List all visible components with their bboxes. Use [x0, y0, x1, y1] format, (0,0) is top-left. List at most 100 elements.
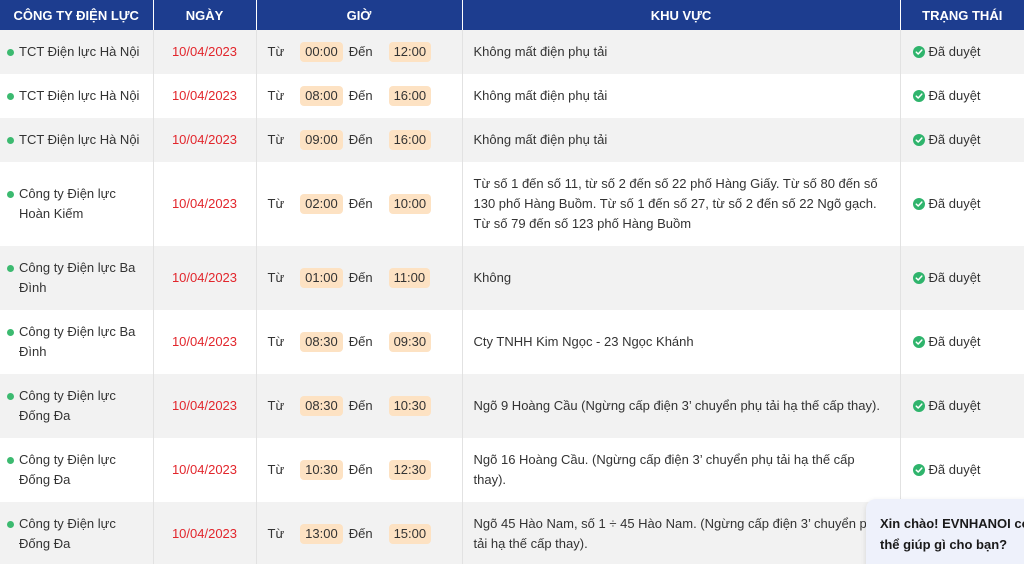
- status-text: Đã duyệt: [928, 398, 981, 413]
- to-label: Đến: [348, 526, 373, 541]
- status-text: Đã duyệt: [928, 462, 981, 477]
- status-text: Đã duyệt: [928, 132, 981, 147]
- status-cell: Đã duyệt: [900, 310, 1024, 374]
- column-header-time[interactable]: GIỜ: [256, 0, 463, 30]
- status-dot-icon: [7, 136, 14, 144]
- date-cell: 10/04/2023: [153, 162, 257, 246]
- start-time: 10:30: [300, 460, 343, 480]
- from-label: Từ: [267, 526, 285, 541]
- company-cell: Công ty Điện lực Đống Đa: [0, 374, 154, 438]
- company-cell: Công ty Điện lực Đống Đa: [0, 502, 154, 564]
- from-label: Từ: [267, 44, 285, 59]
- table-body: TCT Điện lực Hà Nội 10/04/2023 Từ 00:00 Đế…: [0, 30, 1024, 564]
- date-cell: 10/04/2023: [153, 30, 257, 74]
- status-cell: Đã duyệt: [900, 438, 1024, 502]
- time-cell: Từ 08:00 Đến 16:00: [256, 74, 463, 118]
- end-time: 16:00: [388, 130, 432, 150]
- check-circle-icon: [912, 464, 925, 476]
- to-label: Đến: [348, 88, 373, 103]
- end-time: 11:00: [388, 268, 431, 288]
- date-cell: 10/04/2023: [153, 118, 257, 162]
- chat-greeting-line-2: thể giúp gì cho bạn?: [880, 537, 1008, 552]
- area-cell: Không mất điện phụ tải: [462, 30, 901, 74]
- time-cell: Từ 08:30 Đến 09:30: [256, 310, 463, 374]
- area-cell: Không: [462, 246, 901, 310]
- status-text: Đã duyệt: [928, 196, 981, 211]
- end-time: 15:00: [388, 524, 432, 544]
- date-cell: 10/04/2023: [153, 374, 257, 438]
- company-name: TCT Điện lực Hà Nội: [19, 132, 140, 147]
- status-cell: Đã duyệt: [900, 246, 1024, 310]
- check-circle-icon: [912, 198, 925, 210]
- company-cell: TCT Điện lực Hà Nội: [0, 74, 154, 118]
- end-time: 10:00: [388, 194, 432, 214]
- status-dot-icon: [7, 392, 14, 400]
- from-label: Từ: [267, 462, 285, 477]
- check-circle-icon: [912, 400, 925, 412]
- company-name: Công ty Điện lực Ba Đình: [19, 260, 136, 295]
- to-label: Đến: [348, 196, 373, 211]
- time-cell: Từ 01:00 Đến 11:00: [256, 246, 463, 310]
- table-row: Công ty Điện lực Đống Đa 10/04/2023 Từ 10…: [0, 438, 1024, 502]
- company-cell: Công ty Điện lực Ba Đình: [0, 246, 154, 310]
- column-header-area[interactable]: KHU VỰC: [462, 0, 901, 30]
- column-header-company[interactable]: CÔNG TY ĐIỆN LỰC: [0, 0, 154, 30]
- time-cell: Từ 10:30 Đến 12:30: [256, 438, 463, 502]
- company-cell: Công ty Điện lực Ba Đình: [0, 310, 154, 374]
- status-dot-icon: [7, 328, 14, 336]
- column-header-date[interactable]: NGÀY: [153, 0, 257, 30]
- status-text: Đã duyệt: [928, 270, 981, 285]
- start-time: 09:00: [300, 130, 343, 150]
- company-cell: Công ty Điện lực Đống Đa: [0, 438, 154, 502]
- column-header-status[interactable]: TRẠNG THÁI: [900, 0, 1024, 30]
- table-row: TCT Điện lực Hà Nội 10/04/2023 Từ 09:00 Đế…: [0, 118, 1024, 162]
- status-dot-icon: [7, 520, 14, 528]
- from-label: Từ: [267, 270, 285, 285]
- to-label: Đến: [348, 132, 373, 147]
- from-label: Từ: [267, 398, 285, 413]
- chat-widget[interactable]: Xin chào! EVNHANOI có thể giúp gì cho bạ…: [866, 499, 1024, 564]
- status-cell: Đã duyệt: [900, 374, 1024, 438]
- check-circle-icon: [912, 90, 925, 102]
- company-name: Công ty Điện lực Đống Đa: [19, 516, 116, 551]
- company-cell: Công ty Điện lực Hoàn Kiếm: [0, 162, 154, 246]
- to-label: Đến: [348, 270, 373, 285]
- to-label: Đến: [348, 334, 373, 349]
- status-dot-icon: [7, 190, 14, 198]
- table-row: TCT Điện lực Hà Nội 10/04/2023 Từ 00:00 Đế…: [0, 30, 1024, 74]
- start-time: 08:30: [300, 396, 343, 416]
- date-cell: 10/04/2023: [153, 502, 257, 564]
- table-row: TCT Điện lực Hà Nội 10/04/2023 Từ 08:00 Đế…: [0, 74, 1024, 118]
- status-dot-icon: [7, 456, 14, 464]
- chat-greeting-line-1: Xin chào! EVNHANOI có: [880, 516, 1024, 531]
- check-circle-icon: [912, 134, 925, 146]
- company-name: Công ty Điện lực Đống Đa: [19, 452, 116, 487]
- end-time: 09:30: [388, 332, 432, 352]
- company-name: TCT Điện lực Hà Nội: [19, 44, 140, 59]
- date-cell: 10/04/2023: [153, 246, 257, 310]
- time-cell: Từ 02:00 Đến 10:00: [256, 162, 463, 246]
- check-circle-icon: [912, 46, 925, 58]
- area-cell: Ngõ 9 Hoàng Cầu (Ngừng cấp điện 3’ chuyể…: [462, 374, 901, 438]
- company-name: Công ty Điện lực Đống Đa: [19, 388, 116, 423]
- status-text: Đã duyệt: [928, 44, 981, 59]
- from-label: Từ: [267, 132, 285, 147]
- company-name: Công ty Điện lực Hoàn Kiếm: [19, 186, 116, 221]
- from-label: Từ: [267, 88, 285, 103]
- company-name: Công ty Điện lực Ba Đình: [19, 324, 136, 359]
- table-row: Công ty Điện lực Ba Đình 10/04/2023 Từ 01…: [0, 246, 1024, 310]
- check-circle-icon: [912, 272, 925, 284]
- check-circle-icon: [912, 336, 925, 348]
- status-dot-icon: [7, 264, 14, 272]
- status-cell: Đã duyệt: [900, 74, 1024, 118]
- status-cell: Đã duyệt: [900, 162, 1024, 246]
- date-cell: 10/04/2023: [153, 310, 257, 374]
- end-time: 10:30: [388, 396, 432, 416]
- to-label: Đến: [348, 44, 373, 59]
- status-cell: Đã duyệt: [900, 118, 1024, 162]
- status-text: Đã duyệt: [928, 88, 981, 103]
- area-cell: Cty TNHH Kim Ngọc - 23 Ngọc Khánh: [462, 310, 901, 374]
- start-time: 13:00: [300, 524, 343, 544]
- date-cell: 10/04/2023: [153, 438, 257, 502]
- start-time: 08:30: [300, 332, 343, 352]
